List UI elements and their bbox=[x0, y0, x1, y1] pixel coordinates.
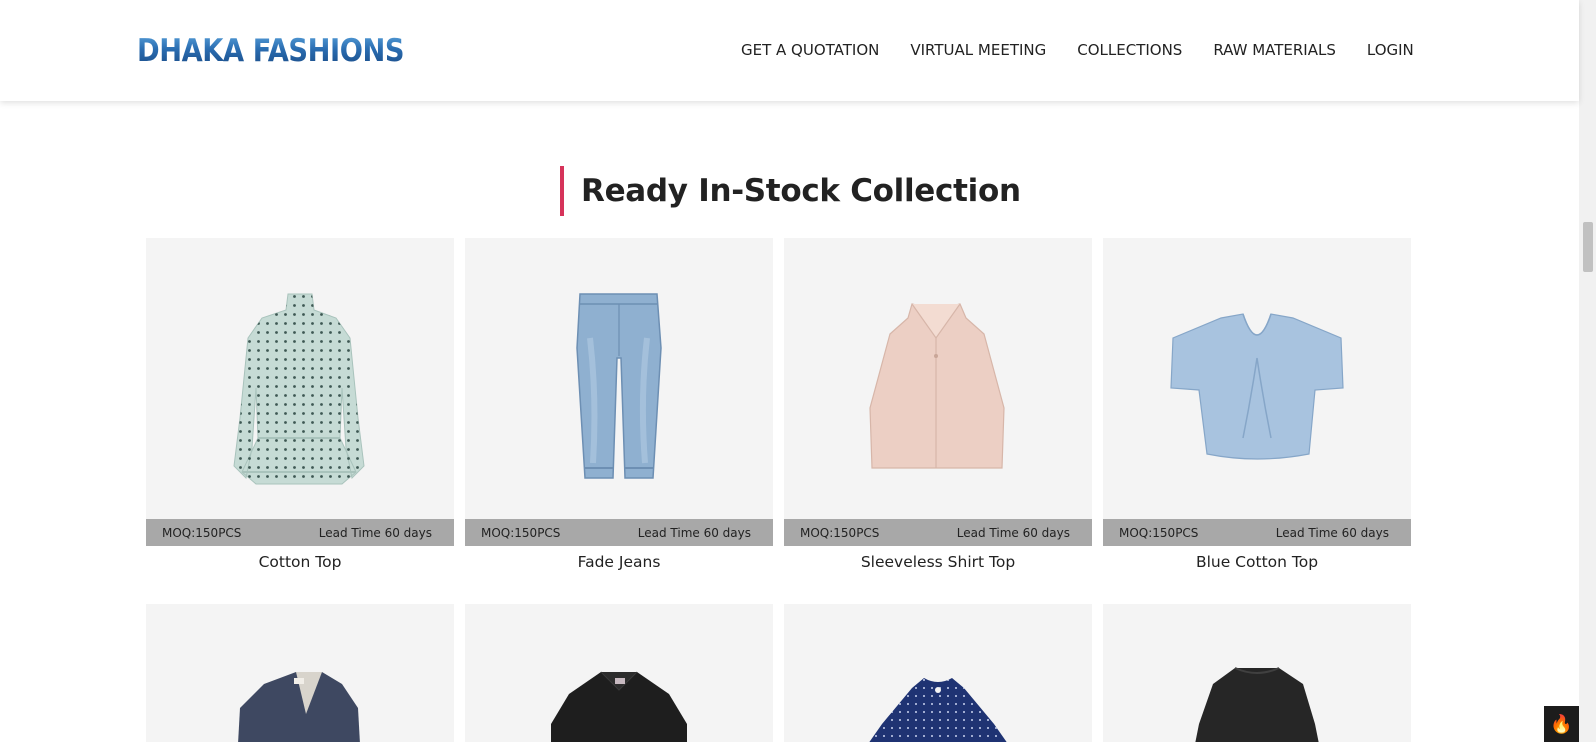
product-card[interactable] bbox=[784, 604, 1092, 742]
product-info-bar: MOQ:150PCS Lead Time 60 days bbox=[146, 519, 454, 546]
sleeveless-shirt-image bbox=[869, 303, 1005, 469]
product-image[interactable] bbox=[784, 238, 1092, 519]
navy-polka-top-image bbox=[869, 678, 1007, 742]
product-moq: MOQ:150PCS bbox=[800, 525, 880, 540]
product-info-bar: MOQ:150PCS Lead Time 60 days bbox=[465, 519, 773, 546]
product-card[interactable]: MOQ:150PCS Lead Time 60 days Blue Cotton… bbox=[1103, 238, 1411, 573]
product-image[interactable] bbox=[784, 604, 1092, 742]
product-image[interactable] bbox=[465, 604, 773, 742]
product-lead-time: Lead Time 60 days bbox=[637, 525, 751, 540]
product-lead-time: Lead Time 60 days bbox=[318, 525, 432, 540]
product-info-bar: MOQ:150PCS Lead Time 60 days bbox=[784, 519, 1092, 546]
site-logo[interactable]: DHAKA FASHIONS bbox=[137, 31, 405, 71]
product-moq: MOQ:150PCS bbox=[1119, 525, 1199, 540]
section-title: Ready In-Stock Collection bbox=[581, 173, 1021, 209]
scrollbar-thumb[interactable] bbox=[1583, 222, 1593, 272]
site-header: DHAKA FASHIONS GET A QUOTATION VIRTUAL M… bbox=[0, 0, 1579, 101]
product-moq: MOQ:150PCS bbox=[162, 525, 242, 540]
nav-login[interactable]: LOGIN bbox=[1367, 40, 1414, 60]
product-name[interactable]: Blue Cotton Top bbox=[1103, 551, 1411, 573]
product-image[interactable] bbox=[1103, 604, 1411, 742]
nav-get-quotation[interactable]: GET A QUOTATION bbox=[741, 40, 879, 60]
fire-icon[interactable]: 🔥 bbox=[1544, 706, 1579, 742]
product-name[interactable]: Cotton Top bbox=[146, 551, 454, 573]
product-card[interactable] bbox=[1103, 604, 1411, 742]
page-scrollbar[interactable] bbox=[1579, 0, 1596, 742]
product-card[interactable]: MOQ:150PCS Lead Time 60 days Sleeveless … bbox=[784, 238, 1092, 573]
title-accent-bar bbox=[560, 166, 564, 216]
product-card[interactable]: MOQ:150PCS Lead Time 60 days Cotton Top bbox=[146, 238, 454, 573]
jeans-image bbox=[576, 293, 662, 479]
nav-virtual-meeting[interactable]: VIRTUAL MEETING bbox=[910, 40, 1046, 60]
product-card[interactable]: MOQ:150PCS Lead Time 60 days Fade Jeans bbox=[465, 238, 773, 573]
black-shirt-image bbox=[551, 671, 687, 742]
product-card[interactable] bbox=[465, 604, 773, 742]
product-moq: MOQ:150PCS bbox=[481, 525, 561, 540]
product-lead-time: Lead Time 60 days bbox=[1275, 525, 1389, 540]
sheer-polka-dot-dress-image bbox=[233, 293, 365, 485]
main-nav: GET A QUOTATION VIRTUAL MEETING COLLECTI… bbox=[741, 40, 1414, 60]
blue-crop-top-image bbox=[1170, 313, 1344, 460]
product-lead-time: Lead Time 60 days bbox=[956, 525, 1070, 540]
product-name[interactable]: Fade Jeans bbox=[465, 551, 773, 573]
product-card[interactable] bbox=[146, 604, 454, 742]
section-heading: Ready In-Stock Collection bbox=[560, 166, 1021, 216]
product-image[interactable] bbox=[465, 238, 773, 519]
product-image[interactable] bbox=[146, 238, 454, 519]
product-name[interactable]: Sleeveless Shirt Top bbox=[784, 551, 1092, 573]
nav-collections[interactable]: COLLECTIONS bbox=[1077, 40, 1182, 60]
product-image[interactable] bbox=[1103, 238, 1411, 519]
black-cape-top-image bbox=[1195, 667, 1319, 742]
product-image[interactable] bbox=[146, 604, 454, 742]
nav-raw-materials[interactable]: RAW MATERIALS bbox=[1213, 40, 1336, 60]
denim-jacket-image bbox=[238, 672, 360, 742]
product-info-bar: MOQ:150PCS Lead Time 60 days bbox=[1103, 519, 1411, 546]
